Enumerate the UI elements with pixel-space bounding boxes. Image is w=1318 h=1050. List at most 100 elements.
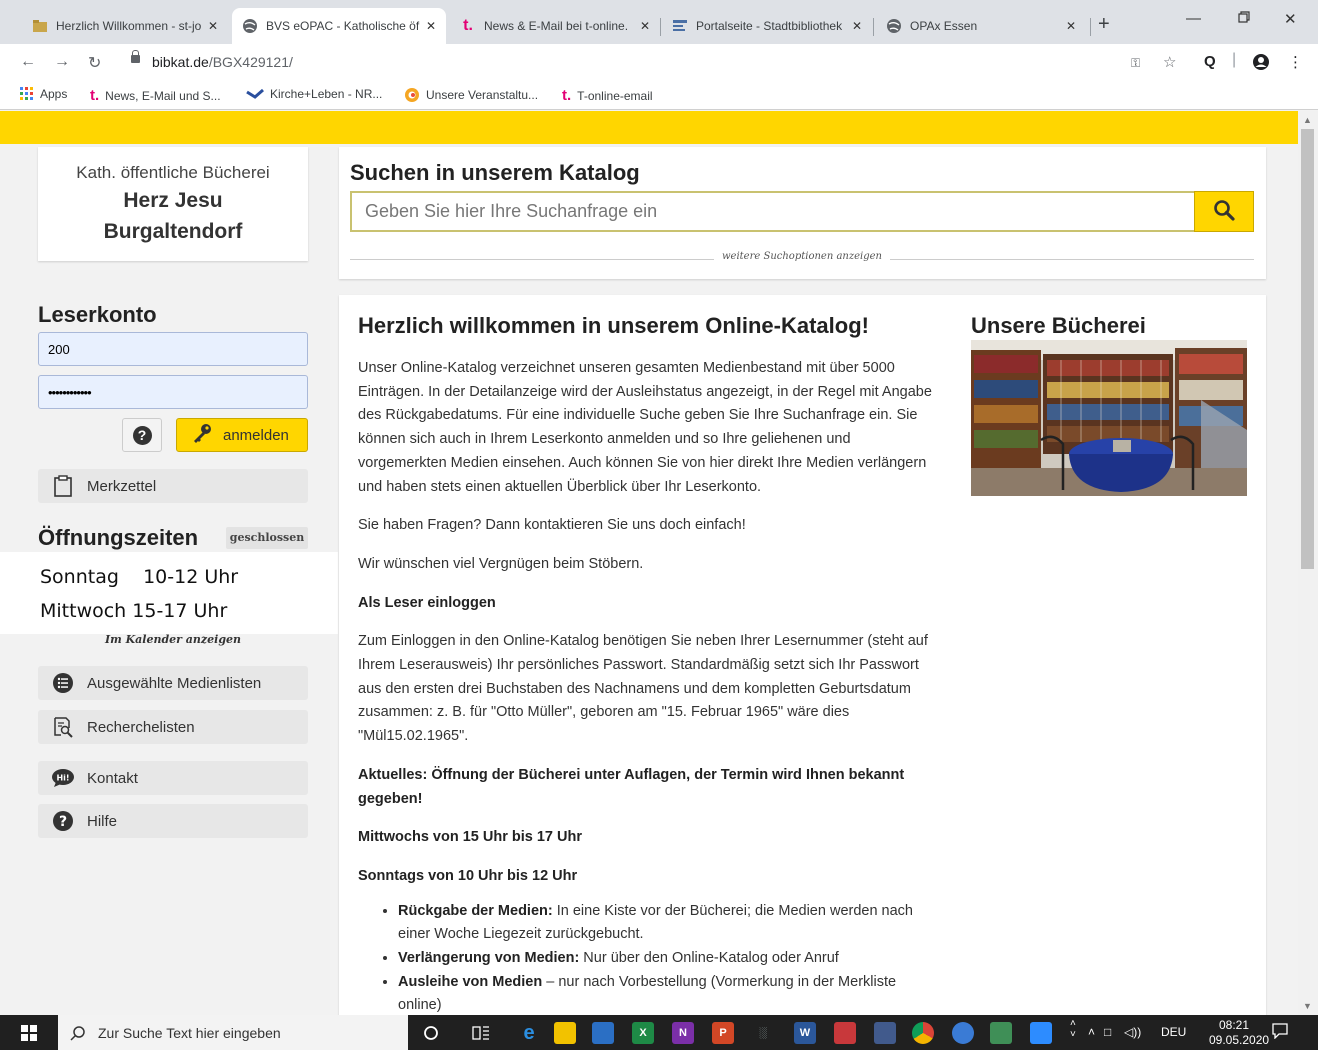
more-search-options-label[interactable]: weitere Suchoptionen anzeigen	[713, 251, 890, 262]
excel-icon[interactable]: X	[632, 1022, 654, 1044]
url-path: /BGX429121/	[208, 54, 293, 70]
word-icon[interactable]: W	[794, 1022, 816, 1044]
file-explorer-icon[interactable]	[554, 1022, 576, 1044]
welcome-panel: Herzlich willkommen in unserem Online-Ka…	[339, 295, 1266, 1015]
key-icon[interactable]: ⚿	[1131, 56, 1140, 71]
sidebar-item-media-lists[interactable]: Ausgewählte Medienlisten	[38, 666, 308, 700]
windows-taskbar: Zur Suche Text hier eingeben e X N P ░ W…	[0, 1015, 1318, 1050]
browser-tab-1[interactable]: Herzlich Willkommen - st-jo ✕	[22, 8, 228, 44]
scrollbar-thumb[interactable]	[1301, 129, 1314, 569]
menu-kebab-icon[interactable]: ⋮	[1288, 53, 1303, 71]
search-extension-icon[interactable]: Q	[1204, 53, 1216, 70]
search-button[interactable]	[1194, 191, 1254, 232]
browser-tab-2[interactable]: BVS eOPAC - Katholische öf ✕	[232, 8, 446, 44]
password-input[interactable]	[38, 375, 308, 409]
reload-icon[interactable]: ↻	[88, 53, 101, 73]
app-icon-red[interactable]	[834, 1022, 856, 1044]
help-button[interactable]: ?	[122, 418, 162, 452]
tab-separator	[873, 18, 874, 36]
scroll-down-icon[interactable]: ▼	[1303, 1001, 1312, 1011]
new-tab-button[interactable]: +	[1098, 13, 1110, 36]
close-icon[interactable]: ✕	[852, 19, 862, 33]
restore-icon[interactable]	[1238, 10, 1250, 27]
notes-button[interactable]: Merkzettel	[38, 469, 308, 503]
bookmark-apps[interactable]: Apps	[20, 87, 67, 101]
calendar-link[interactable]: Im Kalender anzeigen	[38, 633, 308, 646]
forward-icon[interactable]: →	[54, 53, 70, 71]
login-label: anmelden	[223, 426, 289, 444]
cortana-icon[interactable]	[420, 1022, 442, 1044]
profile-icon[interactable]	[1252, 53, 1270, 75]
browser-tab-4[interactable]: Portalseite - Stadtbibliothek ✕	[662, 8, 872, 44]
bookmark-kirche-leben[interactable]: Kirche+Leben - NR...	[246, 87, 382, 101]
scroll-up-icon[interactable]: ▲	[1303, 115, 1312, 125]
key-icon	[191, 422, 213, 449]
research-list-icon	[50, 716, 75, 738]
taskbar-search[interactable]: Zur Suche Text hier eingeben	[58, 1015, 408, 1050]
windows-start-icon[interactable]	[21, 1025, 37, 1044]
app-icon-green[interactable]	[990, 1022, 1012, 1044]
bookmark-t-online-email[interactable]: t. T-online-email	[562, 87, 653, 104]
library-type: Kath. öffentliche Bücherei	[76, 163, 270, 182]
bookmark-news[interactable]: t. News, E-Mail und S...	[90, 87, 221, 104]
app-icon-blue[interactable]	[874, 1022, 896, 1044]
edge-icon[interactable]: e	[518, 1022, 540, 1044]
page-scrollbar[interactable]: ▲ ▼	[1298, 111, 1318, 1015]
login-button[interactable]: anmelden	[176, 418, 308, 452]
events-icon	[404, 87, 420, 103]
tray-scroll-arrows[interactable]: ˄ ˅	[1070, 1018, 1076, 1040]
library-title: Unsere Bücherei	[971, 313, 1146, 338]
media-icon[interactable]: ░	[752, 1022, 774, 1044]
header-bar	[0, 111, 1298, 144]
zoom-icon[interactable]	[1030, 1022, 1052, 1044]
enjoy-paragraph: Wir wünschen viel Vergnügen beim Stöbern…	[358, 555, 644, 572]
window-close-icon[interactable]: ✕	[1284, 10, 1297, 28]
language-indicator[interactable]: DEU	[1161, 1025, 1186, 1039]
close-icon[interactable]: ✕	[426, 19, 436, 33]
tray-chevron-icon[interactable]: ˄	[1088, 1025, 1095, 1039]
status-badge: geschlossen	[226, 527, 308, 549]
questions-paragraph: Sie haben Fragen? Dann kontaktieren Sie …	[358, 517, 746, 534]
tab-separator	[1090, 18, 1091, 36]
bookmark-events[interactable]: Unsere Veranstaltu...	[404, 87, 538, 103]
tab-separator	[660, 18, 661, 36]
svg-text:Hi!: Hi!	[56, 774, 69, 783]
star-icon[interactable]: ☆	[1163, 53, 1176, 71]
search-input[interactable]	[350, 191, 1195, 232]
kirche-leben-icon	[246, 88, 264, 100]
welcome-title: Herzlich willkommen in unserem Online-Ka…	[358, 313, 869, 338]
list-item: Verlängerung von Medien: Nur über den On…	[398, 947, 943, 971]
chrome-icon[interactable]	[912, 1022, 934, 1044]
app-icon-globe[interactable]	[952, 1022, 974, 1044]
powerpoint-icon[interactable]: P	[712, 1022, 734, 1044]
store-icon[interactable]	[592, 1022, 614, 1044]
news-heading: Aktuelles: Öffnung der Bücherei unter Au…	[358, 766, 905, 807]
wednesday-hours-heading: Mittwochs von 15 Uhr bis 17 Uhr	[358, 829, 582, 846]
sidebar-item-help[interactable]: ? Hilfe	[38, 804, 308, 838]
hours-sunday: Sonntag 10-12 Uhr	[40, 566, 239, 588]
library-name-line1: Herz Jesu	[123, 189, 223, 212]
notification-icon[interactable]	[1272, 1023, 1288, 1042]
close-icon[interactable]: ✕	[640, 19, 650, 33]
close-icon[interactable]: ✕	[208, 19, 218, 33]
url-field[interactable]: bibkat.de/BGX429121/	[152, 54, 293, 70]
onenote-icon[interactable]: N	[672, 1022, 694, 1044]
reader-number-input[interactable]	[38, 332, 308, 366]
close-icon[interactable]: ✕	[1066, 19, 1076, 33]
task-view-icon[interactable]	[470, 1022, 492, 1044]
help-icon: ?	[50, 810, 75, 832]
network-icon[interactable]: □	[1104, 1025, 1111, 1039]
sidebar-item-contact[interactable]: Hi! Kontakt	[38, 761, 308, 795]
browser-tab-3[interactable]: t. News & E-Mail bei t-online. ✕	[450, 8, 660, 44]
back-icon[interactable]: ←	[20, 53, 36, 71]
minimize-icon[interactable]: —	[1186, 10, 1201, 27]
sidebar-item-research-lists[interactable]: Recherchelisten	[38, 710, 308, 744]
library-name-box[interactable]: Kath. öffentliche Bücherei Herz Jesu Bur…	[38, 147, 308, 261]
clock[interactable]: 08:21 09.05.2020	[1209, 1018, 1269, 1048]
t-online-icon: t.	[562, 87, 572, 104]
opening-hours-title: Öffnungszeiten	[38, 525, 199, 550]
lock-icon	[131, 50, 140, 63]
browser-tab-5[interactable]: OPAx Essen ✕	[876, 8, 1086, 44]
volume-icon[interactable]: ◁))	[1124, 1025, 1141, 1039]
more-search-options[interactable]: weitere Suchoptionen anzeigen	[350, 251, 1254, 267]
